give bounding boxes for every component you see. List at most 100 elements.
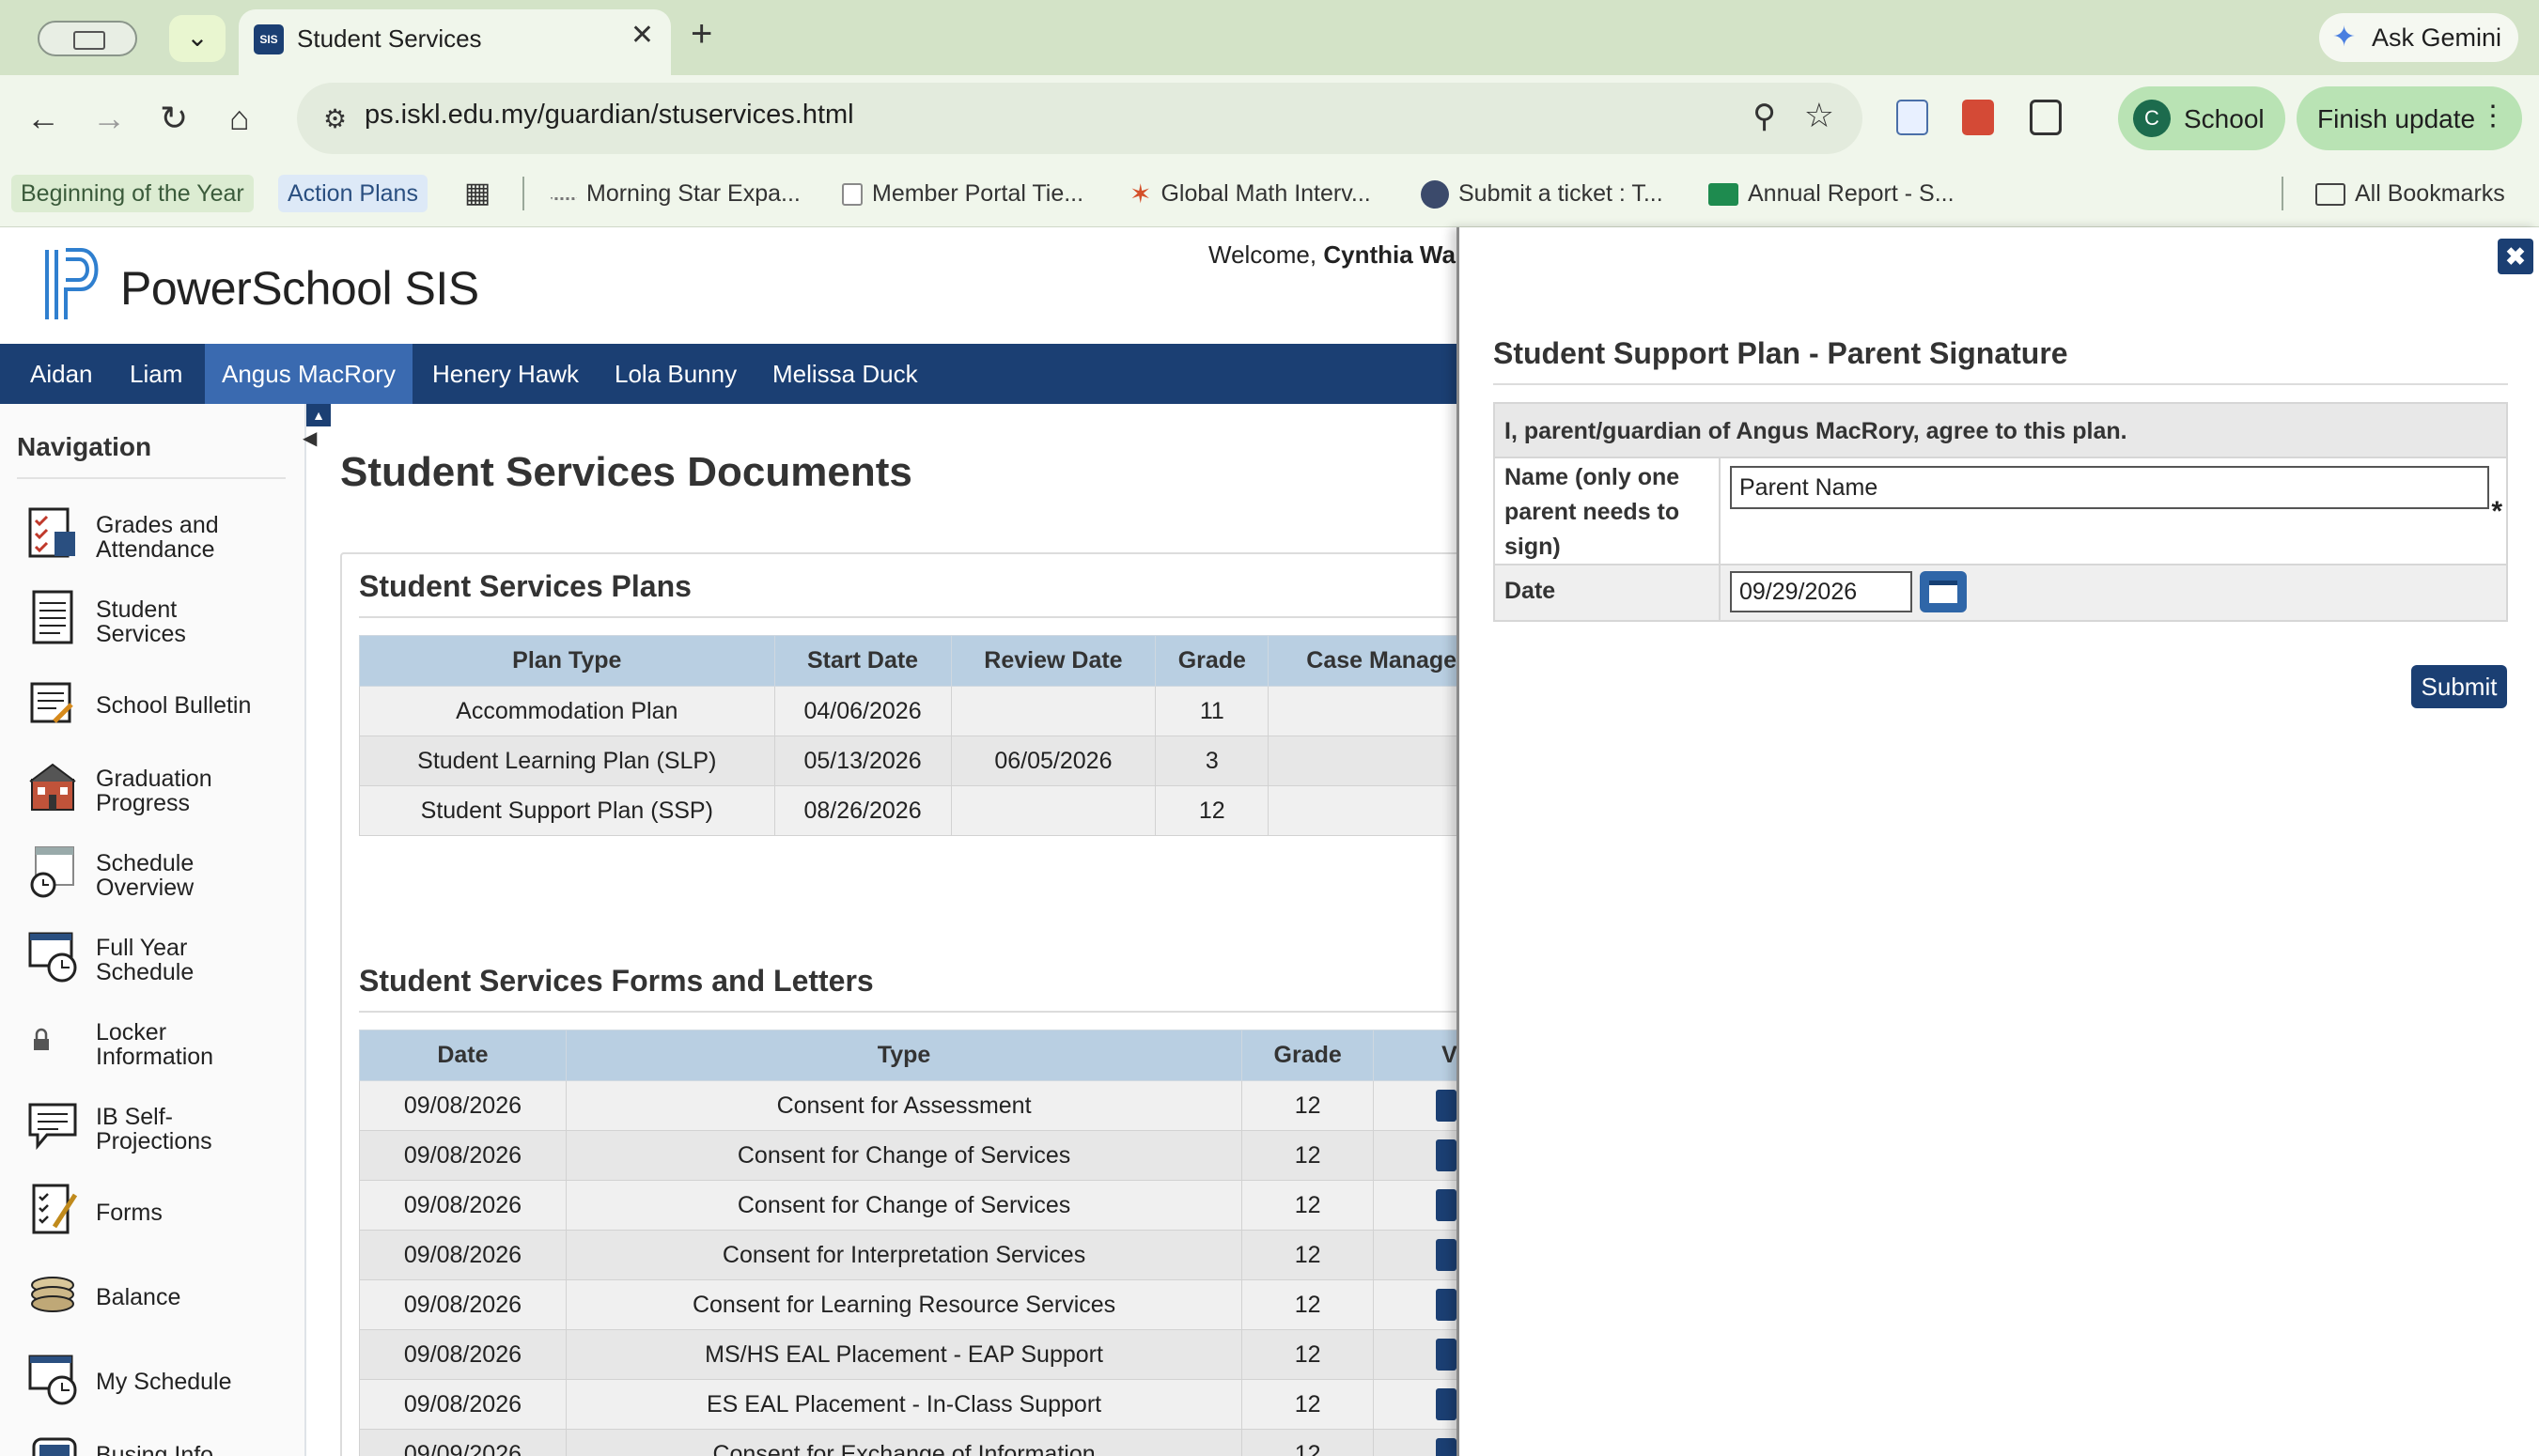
column-header-case-manager[interactable]: Case Manage	[1268, 635, 1456, 687]
bookmark-beginning-of-year[interactable]: Beginning of the Year	[11, 175, 254, 212]
apps-grid-icon[interactable]: ▦	[464, 175, 491, 212]
student-tab-henery-hawk[interactable]: Henery Hawk	[415, 344, 596, 404]
table-row[interactable]: 09/08/2026 Consent for Change of Services…	[359, 1180, 1456, 1231]
table-row[interactable]: Student Support Plan (SSP) 08/26/2026 12	[359, 785, 1456, 836]
tab-student-services[interactable]: SIS Student Services ✕	[239, 9, 671, 75]
sidebar-collapse-arrow-icon[interactable]: ◀	[303, 426, 317, 450]
zoom-magnifier-icon[interactable]: ⚲	[1752, 98, 1776, 135]
view-button[interactable]	[1436, 1090, 1456, 1122]
nav-graduation-progress[interactable]: Graduation Progress	[23, 750, 295, 825]
student-tab-aidan[interactable]: Aidan	[13, 344, 110, 404]
student-tab-melissa-duck[interactable]: Melissa Duck	[755, 344, 935, 404]
extensions-puzzle-icon[interactable]	[2030, 100, 2062, 135]
view-button[interactable]	[1436, 1139, 1456, 1171]
nav-ib-self-projections[interactable]: IB Self- Projections	[23, 1088, 295, 1163]
reload-icon[interactable]: ↻	[160, 101, 188, 135]
column-header-type[interactable]: Type	[565, 1030, 1243, 1081]
nav-grades-attendance[interactable]: Grades and Attendance	[23, 496, 295, 571]
plan-type-cell: Accommodation Plan	[359, 686, 775, 736]
bookmark-global-math[interactable]: ✶ Global Math Interv...	[1129, 175, 1371, 212]
bookmark-morning-star[interactable]: Morning Star Expa...	[551, 175, 801, 212]
parent-name-field[interactable]	[1730, 466, 2489, 509]
nav-label-line: Busing Info	[96, 1442, 214, 1456]
nav-forms[interactable]: Forms	[23, 1172, 295, 1247]
view-button[interactable]	[1436, 1339, 1456, 1371]
view-button[interactable]	[1436, 1189, 1456, 1221]
tab-close-icon[interactable]: ✕	[631, 19, 654, 52]
table-row[interactable]: Student Learning Plan (SLP) 05/13/2026 06/…	[359, 736, 1456, 786]
column-header-view[interactable]: V	[1373, 1030, 1456, 1081]
drawer-title: Student Support Plan - Parent Signature	[1493, 336, 2068, 370]
bookmark-submit-ticket[interactable]: Submit a ticket : T...	[1421, 175, 1663, 212]
nav-label-line: Progress	[96, 790, 191, 816]
close-icon[interactable]: ✖	[2498, 239, 2533, 274]
more-vert-icon[interactable]: ⋮	[2479, 100, 2507, 132]
grade-cell: 12	[1241, 1080, 1375, 1131]
student-tab-angus-macrory[interactable]: Angus MacRory	[205, 344, 413, 404]
date-field[interactable]	[1730, 571, 1912, 612]
nav-label-line: Grades and	[96, 512, 219, 538]
table-row[interactable]: 09/08/2026 Consent for Change of Services…	[359, 1130, 1456, 1181]
column-header-date[interactable]: Date	[359, 1030, 567, 1081]
tab-list-dropdown[interactable]: ⌄	[169, 15, 226, 62]
welcome-user-name: Cynthia War	[1323, 240, 1456, 269]
view-button[interactable]	[1436, 1289, 1456, 1321]
back-arrow-icon[interactable]: ←	[26, 101, 60, 135]
table-row[interactable]: 09/08/2026 Consent for Interpretation Ser…	[359, 1230, 1456, 1280]
nav-school-bulletin[interactable]: School Bulletin	[23, 665, 295, 740]
extension-upload-icon[interactable]	[1896, 100, 1928, 135]
site-settings-icon[interactable]: ⚙	[323, 103, 347, 134]
nav-locker-information[interactable]: Locker Information	[23, 1003, 295, 1078]
all-bookmarks-button[interactable]: All Bookmarks	[2315, 175, 2505, 212]
nav-label: Busing Info	[96, 1443, 293, 1456]
home-icon[interactable]: ⌂	[229, 101, 250, 135]
review-date-cell	[950, 686, 1157, 736]
calendar-picker-button[interactable]	[1920, 571, 1967, 612]
view-button[interactable]	[1436, 1388, 1456, 1420]
column-header-start-date[interactable]: Start Date	[773, 635, 952, 687]
column-header-plan-type[interactable]: Plan Type	[359, 635, 775, 687]
table-row[interactable]: 09/08/2026 MS/HS EAL Placement - EAP Supp…	[359, 1329, 1456, 1380]
view-button[interactable]	[1436, 1438, 1456, 1456]
nav-student-services[interactable]: Student Services	[23, 581, 295, 656]
table-row[interactable]: 09/08/2026 Consent for Learning Resource …	[359, 1279, 1456, 1330]
table-row[interactable]: Accommodation Plan 04/06/2026 11	[359, 686, 1456, 736]
student-tab-lola-bunny[interactable]: Lola Bunny	[598, 344, 754, 404]
submit-button[interactable]: Submit	[2411, 665, 2507, 708]
table-row[interactable]: 09/08/2026 ES EAL Placement - In-Class Su…	[359, 1379, 1456, 1430]
student-tab-liam[interactable]: Liam	[113, 344, 199, 404]
grades-attendance-icon	[28, 507, 75, 558]
tab-search-button[interactable]	[38, 21, 137, 56]
extension-todoist-icon[interactable]	[1962, 100, 1994, 135]
nav-busing-info[interactable]: Busing Info	[23, 1426, 295, 1456]
column-header-review-date[interactable]: Review Date	[950, 635, 1157, 687]
column-header-grade[interactable]: Grade	[1155, 635, 1270, 687]
name-label-line: parent needs to	[1504, 499, 1680, 525]
profile-button[interactable]: C School	[2118, 86, 2285, 150]
forward-arrow-icon[interactable]: →	[92, 101, 126, 135]
start-date-cell: 04/06/2026	[773, 686, 952, 736]
type-cell: MS/HS EAL Placement - EAP Support	[565, 1329, 1243, 1380]
table-row[interactable]: 09/08/2026 Consent for Assessment 12	[359, 1080, 1456, 1131]
address-bar[interactable]: ⚙ ps.iskl.edu.my/guardian/stuservices.ht…	[297, 83, 1862, 154]
nav-full-year-schedule[interactable]: Full Year Schedule	[23, 919, 295, 994]
ask-gemini-button[interactable]: ✦ Ask Gemini	[2319, 13, 2518, 62]
nav-schedule-overview[interactable]: Schedule Overview	[23, 834, 295, 909]
nav-balance[interactable]: Balance	[23, 1257, 295, 1332]
column-header-grade[interactable]: Grade	[1241, 1030, 1375, 1081]
nav-label-line: Forms	[96, 1200, 163, 1226]
view-cell	[1373, 1080, 1456, 1131]
nav-label-line: Full Year	[96, 935, 188, 961]
table-row[interactable]: 09/09/2026 Consent for Exchange of Inform…	[359, 1429, 1456, 1456]
finish-update-button[interactable]: Finish update ⋮	[2297, 86, 2522, 150]
new-tab-icon[interactable]: +	[691, 13, 712, 55]
sidebar-collapse-button[interactable]: ▲	[306, 404, 331, 426]
bookmark-annual-report[interactable]: Annual Report - S...	[1708, 175, 1955, 212]
bookmark-action-plans[interactable]: Action Plans	[278, 175, 428, 212]
bookmark-member-portal[interactable]: Member Portal Tie...	[842, 175, 1083, 212]
nav-label: Balance	[96, 1285, 293, 1309]
bookmark-star-icon[interactable]: ☆	[1804, 96, 1834, 135]
nav-my-schedule[interactable]: My Schedule	[23, 1341, 295, 1417]
view-button[interactable]	[1436, 1239, 1456, 1271]
browser-tab-strip: ⌄ SIS Student Services ✕ + ✦ Ask Gemini	[0, 0, 2539, 75]
